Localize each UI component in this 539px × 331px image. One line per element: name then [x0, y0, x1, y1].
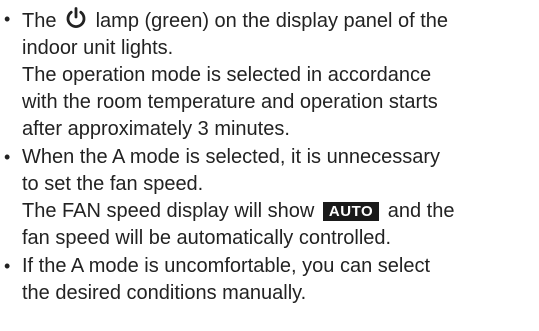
bullet-marker: •	[4, 9, 11, 29]
text-segment: The	[22, 10, 57, 32]
text-line: The FAN speed display will show AUTO and…	[22, 198, 539, 225]
document-page: • The lamp (green) on the display panel …	[0, 0, 539, 331]
auto-badge: AUTO	[322, 202, 380, 221]
text-line: indoor unit lights.	[22, 37, 174, 59]
text-line: the desired conditions manually.	[22, 282, 307, 304]
list-item: • The lamp (green) on the display panel …	[0, 0, 539, 143]
text-line: The operation mode is selected in accord…	[22, 64, 432, 86]
list-item: • If the A mode is uncomfortable, you ca…	[0, 253, 539, 307]
text-line: When the A mode is selected, it is unnec…	[22, 146, 440, 168]
text-segment: The FAN speed display will show	[22, 200, 315, 222]
text-line: fan speed will be automatically controll…	[22, 227, 392, 249]
text-line: to set the fan speed.	[22, 173, 204, 195]
text-segment: and the	[387, 200, 455, 222]
power-icon	[64, 6, 88, 30]
text-segment: lamp (green) on the display panel of the	[95, 10, 449, 32]
bullet-marker: •	[4, 147, 11, 167]
text-line: The lamp (green) on the display panel of…	[22, 6, 539, 35]
text-line: If the A mode is uncomfortable, you can …	[22, 255, 431, 277]
list-item: • When the A mode is selected, it is unn…	[0, 144, 539, 252]
text-line: with the room temperature and operation …	[22, 91, 438, 113]
text-line: after approximately 3 minutes.	[22, 118, 290, 140]
bullet-list: • The lamp (green) on the display panel …	[0, 0, 539, 307]
bullet-marker: •	[4, 256, 11, 276]
